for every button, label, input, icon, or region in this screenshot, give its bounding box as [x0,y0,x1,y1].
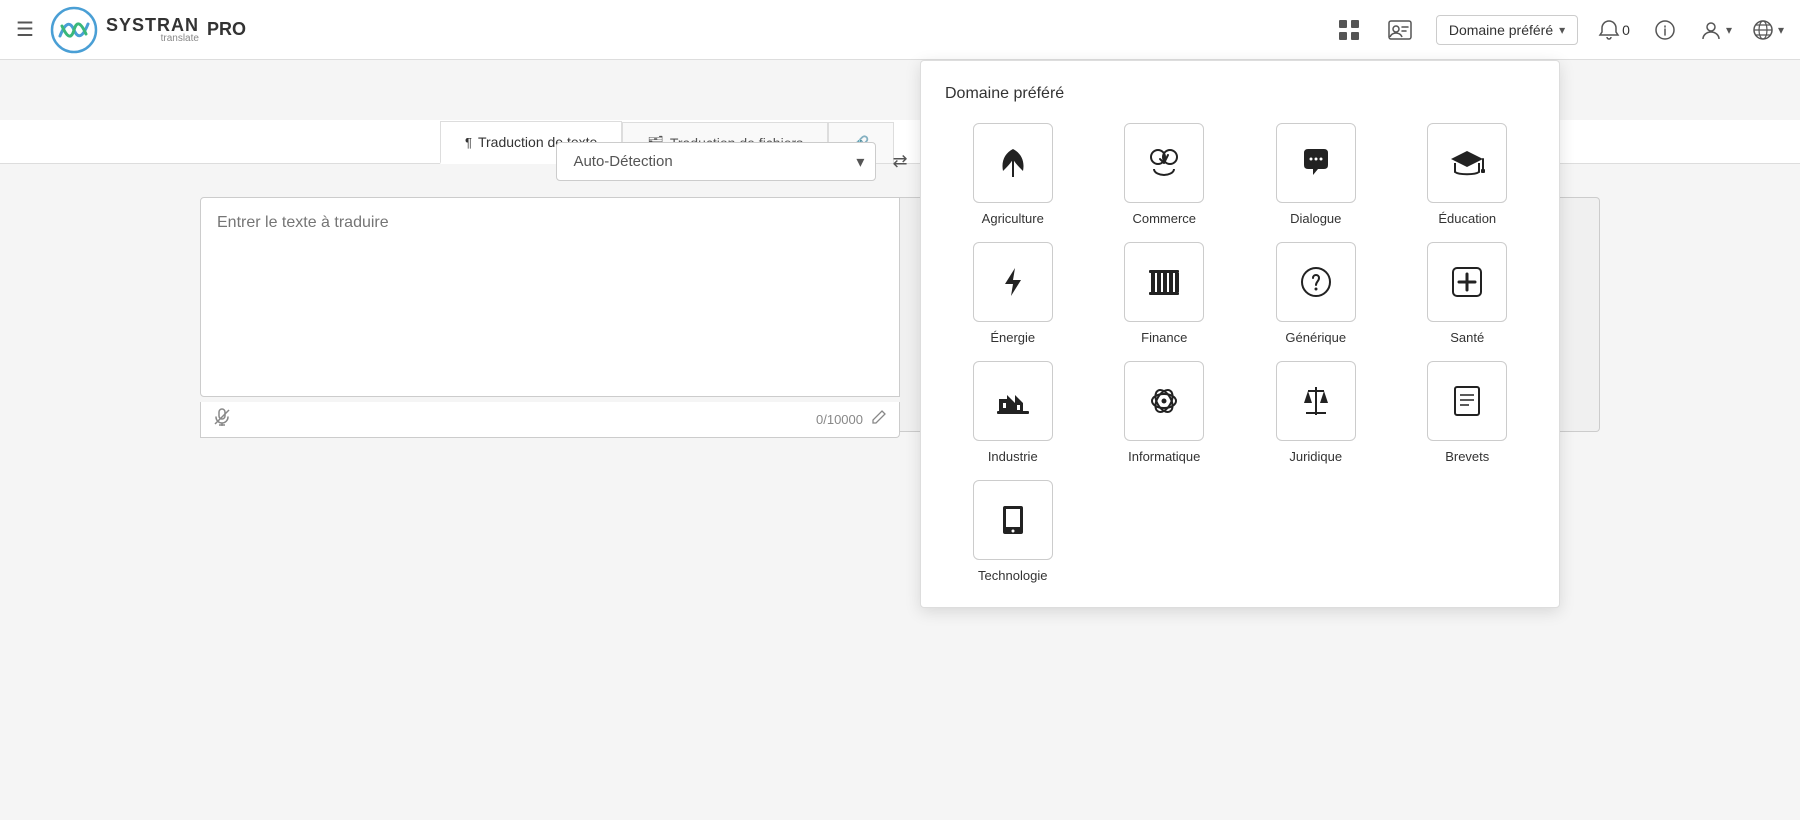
source-lang-select[interactable]: Auto-Détection [556,142,876,181]
edit-icon[interactable] [871,409,887,430]
education-label: Éducation [1438,211,1496,226]
domain-item-industrie[interactable]: Industrie [945,361,1081,464]
navbar-right: Domaine préféré ▾ 0 ▾ [1334,15,1784,45]
technologie-icon-box [973,480,1053,560]
domain-preferred-button[interactable]: Domaine préféré ▾ [1436,15,1578,45]
grid-icon[interactable] [1334,15,1364,45]
navbar-left: ☰ SYSTRAN translate PRO [16,6,1334,54]
source-footer: 0/10000 [200,402,900,438]
chevron-down-icon: ▾ [1559,23,1565,37]
energie-icon-box [973,242,1053,322]
globe-chevron-icon: ▾ [1778,23,1784,37]
juridique-label: Juridique [1289,449,1342,464]
logo-svg [50,6,98,54]
commerce-icon-box [1124,123,1204,203]
brevets-label: Brevets [1445,449,1489,464]
domain-item-juridique[interactable]: Juridique [1248,361,1384,464]
logo-text: SYSTRAN translate [106,16,199,44]
finance-label: Finance [1141,330,1187,345]
dialogue-icon-box [1276,123,1356,203]
logo-systran-text: SYSTRAN [106,16,199,34]
source-box: 0/10000 [200,197,900,438]
commerce-label: Commerce [1132,211,1196,226]
notification-count: 0 [1622,22,1630,38]
industrie-icon-box [973,361,1053,441]
dialogue-label: Dialogue [1290,211,1341,226]
agriculture-icon-box [973,123,1053,203]
energie-label: Énergie [990,330,1035,345]
globe-button[interactable]: ▾ [1752,19,1784,41]
swap-languages-icon[interactable]: ⇄ [892,151,907,172]
domain-grid: Agriculture Commerce [945,123,1535,583]
info-icon[interactable] [1650,15,1680,45]
domain-item-dialogue[interactable]: Dialogue [1248,123,1384,226]
domain-panel: Domaine préféré Agriculture [920,60,1560,608]
char-count: 0/10000 [816,412,863,427]
brevets-icon-box [1427,361,1507,441]
domain-item-commerce[interactable]: Commerce [1097,123,1233,226]
logo-translate-text: translate [106,34,199,44]
domain-item-brevets[interactable]: Brevets [1400,361,1536,464]
domain-item-generique[interactable]: Générique [1248,242,1384,345]
informatique-icon-box [1124,361,1204,441]
technologie-label: Technologie [978,568,1047,583]
domain-item-technologie[interactable]: Technologie [945,480,1081,583]
user-button[interactable]: ▾ [1700,19,1732,41]
juridique-icon-box [1276,361,1356,441]
domain-item-energie[interactable]: Énergie [945,242,1081,345]
user-chevron-icon: ▾ [1726,23,1732,37]
generique-label: Générique [1285,330,1346,345]
agriculture-label: Agriculture [982,211,1044,226]
notification-button[interactable]: 0 [1598,19,1630,41]
navbar: ☰ SYSTRAN translate PRO [0,0,1800,60]
hamburger-icon[interactable]: ☰ [16,17,34,42]
contact-icon[interactable] [1384,16,1416,44]
industrie-label: Industrie [988,449,1038,464]
logo-pro-text: PRO [207,19,246,40]
domain-item-finance[interactable]: Finance [1097,242,1233,345]
sante-label: Santé [1450,330,1484,345]
source-textarea[interactable] [200,197,900,397]
source-lang-wrapper: Auto-Détection [556,142,876,181]
education-icon-box [1427,123,1507,203]
finance-icon-box [1124,242,1204,322]
sante-icon-box [1427,242,1507,322]
mic-icon[interactable] [213,408,231,431]
domain-panel-title: Domaine préféré [945,85,1535,103]
domain-item-sante[interactable]: Santé [1400,242,1536,345]
generique-icon-box [1276,242,1356,322]
domain-item-education[interactable]: Éducation [1400,123,1536,226]
main-content: ¶ Traduction de texte 🗂 Traduction de fi… [0,60,1800,820]
domain-item-agriculture[interactable]: Agriculture [945,123,1081,226]
domain-item-informatique[interactable]: Informatique [1097,361,1233,464]
logo-area: SYSTRAN translate PRO [50,6,246,54]
domain-dropdown-label: Domaine préféré [1449,22,1553,38]
informatique-label: Informatique [1128,449,1200,464]
